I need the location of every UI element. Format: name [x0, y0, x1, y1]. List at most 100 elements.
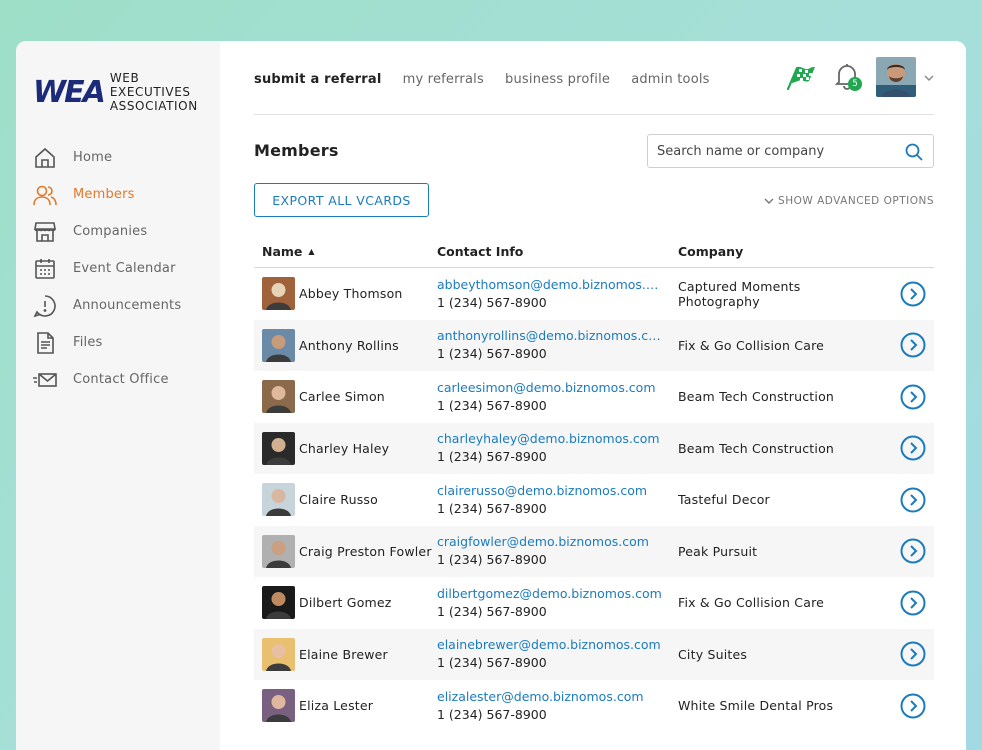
member-email-link[interactable]: charleyhaley@demo.biznomos.com: [437, 430, 665, 448]
member-photo[interactable]: [262, 483, 295, 517]
action-cell: [883, 487, 934, 513]
nav-admin-tools[interactable]: admin tools: [631, 72, 709, 87]
member-name[interactable]: Charley Haley: [299, 441, 389, 456]
contact-info-cell: anthonyrollins@demo.biznomos.com 1 (234)…: [437, 327, 678, 363]
checkered-flag-icon[interactable]: [784, 62, 818, 92]
action-cell: [883, 590, 934, 616]
top-icons: 5: [784, 57, 934, 97]
member-name-cell: Dilbert Gomez: [254, 586, 437, 620]
member-photo[interactable]: [262, 431, 295, 465]
actions-row: EXPORT ALL VCARDS SHOW ADVANCED OPTIONS: [254, 175, 934, 235]
title-row: Members: [254, 115, 934, 175]
members-table: Name ▲ Contact Info Company Abbey Thomso…: [254, 235, 934, 732]
notifications-button[interactable]: 5: [834, 62, 862, 92]
file-icon: [32, 330, 58, 356]
table-row[interactable]: Anthony Rollins anthonyrollins@demo.bizn…: [254, 319, 934, 371]
column-header-label: Name: [262, 243, 303, 259]
action-cell: [883, 281, 934, 307]
member-photo[interactable]: [262, 586, 295, 620]
sidebar: WEA WEB EXECUTIVES ASSOCIATION Home Memb…: [16, 41, 220, 750]
sidebar-item-members[interactable]: Members: [32, 176, 181, 213]
chevron-right-circle-icon[interactable]: [900, 281, 926, 307]
table-row[interactable]: Charley Haley charleyhaley@demo.biznomos…: [254, 422, 934, 474]
sidebar-item-event-calendar[interactable]: Event Calendar: [32, 250, 181, 287]
contact-info-cell: abbeythomson@demo.biznomos.com 1 (234) 5…: [437, 276, 678, 312]
chevron-right-circle-icon[interactable]: [900, 641, 926, 667]
sidebar-item-companies[interactable]: Companies: [32, 213, 181, 250]
member-name[interactable]: Elaine Brewer: [299, 647, 388, 662]
member-photo[interactable]: [262, 534, 295, 568]
member-email-link[interactable]: abbeythomson@demo.biznomos.com: [437, 276, 665, 294]
member-name[interactable]: Craig Preston Fowler: [299, 544, 432, 559]
member-photo[interactable]: [262, 277, 295, 311]
advanced-options-toggle[interactable]: SHOW ADVANCED OPTIONS: [764, 195, 934, 207]
member-email-link[interactable]: carleesimon@demo.biznomos.com: [437, 379, 665, 397]
chevron-right-circle-icon[interactable]: [900, 332, 926, 358]
contact-info-cell: clairerusso@demo.biznomos.com 1 (234) 56…: [437, 482, 678, 518]
sidebar-item-contact-office[interactable]: Contact Office: [32, 361, 181, 398]
search-icon[interactable]: [905, 143, 923, 161]
member-email-link[interactable]: craigfowler@demo.biznomos.com: [437, 533, 665, 551]
sidebar-nav: Home Members Companies Event Calendar An…: [32, 139, 181, 398]
member-email-link[interactable]: elainebrewer@demo.biznomos.com: [437, 636, 665, 654]
sidebar-item-label: Files: [73, 335, 103, 350]
avatar[interactable]: [876, 57, 916, 97]
chevron-right-circle-icon[interactable]: [900, 487, 926, 513]
member-phone: 1 (234) 567-8900: [437, 346, 547, 362]
member-photo[interactable]: [262, 689, 295, 723]
sort-ascending-icon: ▲: [308, 246, 315, 256]
table-row[interactable]: Abbey Thomson abbeythomson@demo.biznomos…: [254, 268, 934, 320]
member-photo[interactable]: [262, 380, 295, 414]
table-row[interactable]: Elaine Brewer elainebrewer@demo.biznomos…: [254, 628, 934, 680]
sidebar-item-announcements[interactable]: Announcements: [32, 287, 181, 324]
member-company: Tasteful Decor: [678, 492, 770, 508]
chevron-right-circle-icon[interactable]: [900, 590, 926, 616]
store-icon: [32, 219, 58, 245]
table-row[interactable]: Carlee Simon carleesimon@demo.biznomos.c…: [254, 371, 934, 423]
contact-info-cell: carleesimon@demo.biznomos.com 1 (234) 56…: [437, 379, 678, 415]
member-company: Captured Moments Photography: [678, 278, 801, 309]
member-name[interactable]: Claire Russo: [299, 492, 378, 507]
search-box: [647, 134, 934, 168]
chevron-right-circle-icon[interactable]: [900, 384, 926, 410]
sidebar-item-label: Event Calendar: [73, 261, 176, 276]
sidebar-item-home[interactable]: Home: [32, 139, 181, 176]
logo[interactable]: WEA WEB EXECUTIVES ASSOCIATION: [33, 71, 220, 113]
member-phone: 1 (234) 567-8900: [437, 449, 547, 465]
member-email-link[interactable]: anthonyrollins@demo.biznomos.com: [437, 327, 665, 345]
chevron-right-circle-icon[interactable]: [900, 693, 926, 719]
member-name-cell: Carlee Simon: [254, 380, 437, 414]
chevron-down-icon[interactable]: [924, 71, 934, 84]
sidebar-item-label: Home: [73, 150, 113, 165]
nav-business-profile[interactable]: business profile: [505, 72, 610, 87]
member-email-link[interactable]: elizalester@demo.biznomos.com: [437, 688, 665, 706]
member-name-cell: Claire Russo: [254, 483, 437, 517]
member-name[interactable]: Abbey Thomson: [299, 286, 403, 301]
top-nav: submit a referral my referrals business …: [254, 68, 726, 87]
nav-submit-referral[interactable]: submit a referral: [254, 72, 382, 87]
sidebar-item-files[interactable]: Files: [32, 324, 181, 361]
table-row[interactable]: Claire Russo clairerusso@demo.biznomos.c…: [254, 474, 934, 526]
nav-my-referrals[interactable]: my referrals: [403, 72, 484, 87]
member-email-link[interactable]: dilbertgomez@demo.biznomos.com: [437, 585, 665, 603]
table-row[interactable]: Craig Preston Fowler craigfowler@demo.bi…: [254, 525, 934, 577]
contact-info-cell: dilbertgomez@demo.biznomos.com 1 (234) 5…: [437, 585, 678, 621]
search-input[interactable]: [657, 143, 897, 159]
main-content: submit a referral my referrals business …: [220, 41, 966, 750]
member-name[interactable]: Dilbert Gomez: [299, 595, 392, 610]
action-cell: [883, 435, 934, 461]
table-row[interactable]: Dilbert Gomez dilbertgomez@demo.biznomos…: [254, 577, 934, 629]
table-row[interactable]: Eliza Lester elizalester@demo.biznomos.c…: [254, 680, 934, 732]
export-vcards-button[interactable]: EXPORT ALL VCARDS: [254, 183, 429, 217]
member-email-link[interactable]: clairerusso@demo.biznomos.com: [437, 482, 665, 500]
member-name-cell: Elaine Brewer: [254, 637, 437, 671]
member-name[interactable]: Anthony Rollins: [299, 338, 399, 353]
member-photo[interactable]: [262, 328, 295, 362]
chevron-right-circle-icon[interactable]: [900, 435, 926, 461]
chevron-right-circle-icon[interactable]: [900, 538, 926, 564]
member-name[interactable]: Eliza Lester: [299, 698, 373, 713]
member-name[interactable]: Carlee Simon: [299, 389, 385, 404]
member-name-cell: Anthony Rollins: [254, 328, 437, 362]
member-photo[interactable]: [262, 637, 295, 671]
column-header-name[interactable]: Name ▲: [254, 244, 437, 259]
